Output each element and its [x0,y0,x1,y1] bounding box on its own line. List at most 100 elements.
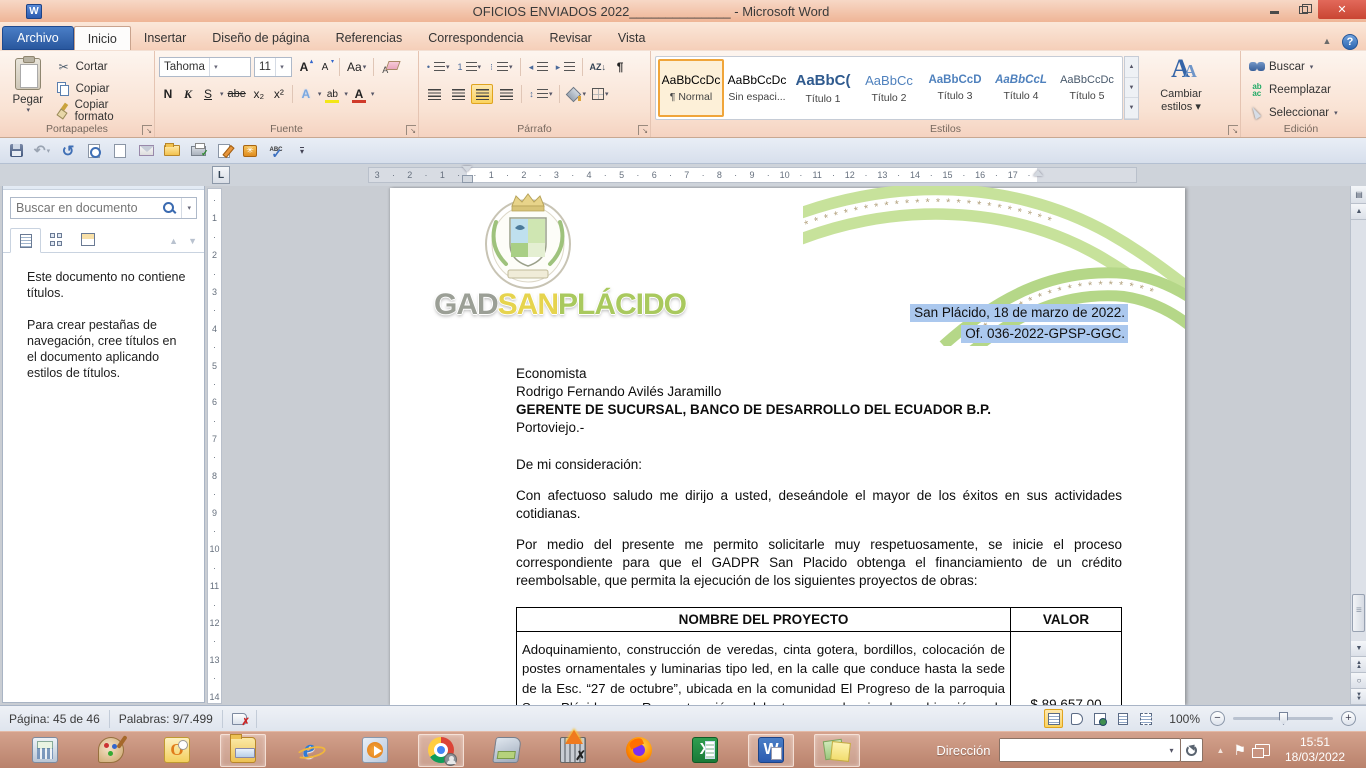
find-button[interactable]: Buscar ▾ [1245,56,1357,77]
template-button[interactable]: ✳ [240,141,260,161]
restore-button[interactable] [1289,0,1318,19]
font-name-combo[interactable]: Tahoma ▾ [159,57,251,77]
email-button[interactable] [136,141,156,161]
style-gallery-more-icon[interactable]: ▼ [1125,98,1138,119]
help-icon[interactable]: ? [1342,34,1358,50]
action-center-flag-icon[interactable]: ⚑ [1233,742,1246,759]
zoom-level[interactable]: 100% [1169,712,1200,726]
tab-diseno[interactable]: Diseño de página [199,26,322,50]
letter-body[interactable]: Economista Rodrigo Fernando Avilés Jaram… [516,365,1122,705]
paragraph-dialog-launcher[interactable]: ↘ [638,125,648,135]
style-titulo-1[interactable]: AaBbC( Título 1 [790,59,856,117]
clipboard-dialog-launcher[interactable]: ↘ [142,125,152,135]
taskbar-media-player[interactable] [352,734,398,767]
taskbar-firefox[interactable] [616,734,662,767]
search-dropdown-icon[interactable]: ▾ [181,198,196,218]
align-center-button[interactable] [447,84,469,104]
change-case-button[interactable]: Aa▾ [345,57,368,77]
next-heading-icon[interactable]: ▼ [188,236,197,246]
taskbar-burn-tool[interactable] [550,734,596,767]
taskbar-paint[interactable] [88,734,134,767]
tab-inicio[interactable]: Inicio [74,26,131,50]
ruler-active-area[interactable]: ·1·2·3·4·5·6·7·8·9·10·11·12·13·14·15·16·… [467,167,1037,183]
taskbar-chrome[interactable] [418,734,464,767]
tab-insertar[interactable]: Insertar [131,26,199,50]
select-browse-object-button[interactable]: ○ [1351,673,1366,689]
text-effects-button[interactable]: A [297,84,315,104]
zoom-slider-thumb[interactable] [1279,712,1288,725]
subscript-button[interactable]: x₂ [250,84,268,104]
redo-button[interactable]: ↺ [58,141,78,161]
fullscreen-reading-view-button[interactable] [1067,709,1086,728]
page-indicator[interactable]: Página: 45 de 46 [0,710,110,728]
select-button[interactable]: Seleccionar ▾ [1245,102,1357,123]
borders-button[interactable]: ▾ [590,84,611,104]
vertical-scrollbar[interactable]: ▤ ▲ ▼ ▲▲ ○ ▼▼ [1350,186,1366,705]
right-indent-marker[interactable] [1033,170,1043,176]
nav-tab-results[interactable] [72,227,103,252]
spell-status[interactable] [223,710,257,728]
style-gallery-down-icon[interactable]: ▼ [1125,78,1138,99]
zoom-slider[interactable] [1233,717,1333,720]
word-count-indicator[interactable]: Palabras: 9/7.499 [110,710,223,728]
style-titulo-2[interactable]: AaBbCc Título 2 [856,59,922,117]
print-preview-button[interactable] [84,141,104,161]
previous-page-button[interactable]: ▲▲ [1351,657,1366,673]
tab-selector[interactable]: L [212,166,230,184]
change-styles-button[interactable]: AA Cambiarestilos ▾ [1145,54,1217,121]
strikethrough-button[interactable]: abe [226,84,248,104]
minimize-ribbon-icon[interactable]: ▲ [1320,36,1334,48]
italic-button[interactable]: K [179,84,197,104]
font-dialog-launcher[interactable]: ↘ [406,125,416,135]
style-gallery-up-icon[interactable]: ▲ [1125,57,1138,78]
quick-print-button[interactable] [188,141,208,161]
new-document-button[interactable] [110,141,130,161]
bullets-button[interactable]: •▾ [423,57,452,77]
tab-correspondencia[interactable]: Correspondencia [415,26,536,50]
style-sin-espaciado[interactable]: AaBbCcDc Sin espaci... [724,59,790,117]
font-color-button[interactable]: A [350,84,368,104]
search-input[interactable] [11,201,163,215]
taskbar-sticky-notes[interactable] [814,734,860,767]
nav-tab-headings[interactable] [10,228,41,253]
copy-button[interactable]: Copiar [52,79,150,100]
word-app-icon[interactable]: W [26,4,42,19]
show-marks-button[interactable]: ¶ [611,57,629,77]
address-go-button[interactable] [1181,738,1203,762]
network-icon[interactable] [1255,744,1270,756]
tab-archivo[interactable]: Archivo [2,26,74,50]
taskbar-excel[interactable]: X [682,734,728,767]
paste-button[interactable]: Pegar ▾ [6,55,50,121]
taskbar-outlook[interactable]: O [154,734,200,767]
justify-button[interactable] [495,84,517,104]
scroll-down-icon[interactable]: ▼ [1351,641,1366,657]
style-titulo-4[interactable]: AaBbCcL Título 4 [988,59,1054,117]
font-name-dropdown-icon[interactable]: ▾ [209,58,222,76]
nav-tab-pages[interactable] [41,227,72,252]
minimize-button[interactable] [1260,0,1289,19]
line-spacing-button[interactable]: ↕▾ [526,84,555,104]
styles-dialog-launcher[interactable]: ↘ [1228,125,1238,135]
outline-view-button[interactable] [1113,709,1132,728]
tab-revisar[interactable]: Revisar [536,26,604,50]
numbering-button[interactable]: 1▾ [455,57,484,77]
ruler-toggle-button[interactable]: ▤ [1351,186,1366,204]
zoom-in-button[interactable]: + [1341,711,1356,726]
shrink-font-button[interactable]: A [316,57,334,77]
indent-marker[interactable] [462,166,471,175]
taskbar-word[interactable]: W [748,734,794,767]
document-page[interactable]: ************************* **************… [390,188,1185,705]
multilevel-list-button[interactable]: ⁝▾ [486,57,515,77]
replace-button[interactable]: abac Reemplazar [1245,79,1357,100]
address-combobox[interactable]: ▾ [999,738,1181,762]
tab-vista[interactable]: Vista [605,26,659,50]
grow-font-button[interactable]: A [295,57,313,77]
align-right-button[interactable] [471,84,493,104]
bold-button[interactable]: N [159,84,177,104]
tab-referencias[interactable]: Referencias [323,26,416,50]
taskbar-scanner[interactable] [484,734,530,767]
navigation-search-box[interactable]: ▾ [10,197,197,219]
print-layout-view-button[interactable] [1044,709,1063,728]
sort-button[interactable]: AZ↓ [588,57,609,77]
spelling-button[interactable]: ABC [266,141,286,161]
